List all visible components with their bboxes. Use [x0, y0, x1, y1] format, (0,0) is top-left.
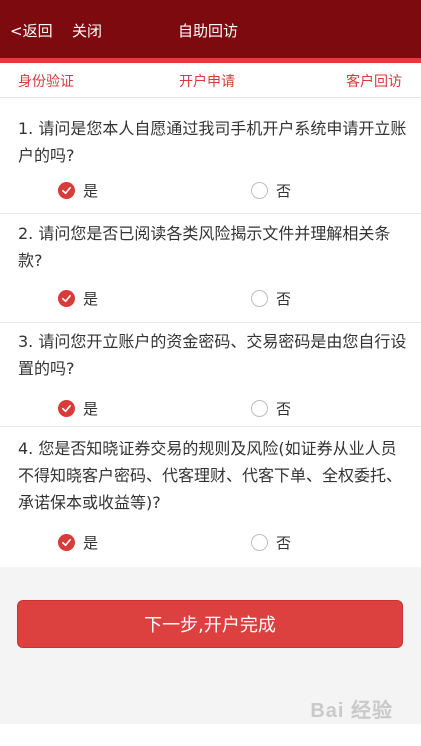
question-item: 3. 请问您开立账户的资金密码、交易密码是由您自行设置的吗? 是 否: [0, 323, 421, 427]
step-account-application: 开户申请: [179, 74, 235, 90]
answer-no-label: 否: [276, 181, 292, 200]
radio-checked-icon[interactable]: [58, 533, 75, 551]
top-nav-bar: <返回 关闭 自助回访: [0, 0, 421, 58]
close-button[interactable]: 关闭: [72, 20, 102, 41]
answer-yes-option[interactable]: 是: [58, 398, 98, 418]
answer-no-option[interactable]: 否: [251, 398, 291, 418]
question-text: 4. 您是否知晓证券交易的规则及风险(如证券从业人员不得知晓客户密码、代客理财、…: [18, 439, 403, 512]
answer-no-option[interactable]: 否: [251, 532, 291, 552]
answer-no-option[interactable]: 否: [251, 180, 291, 200]
question-item: 1. 请问是您本人自愿通过我司手机开户系统申请开立账户的吗? 是 否: [0, 99, 421, 214]
answer-yes-label: 是: [83, 533, 99, 552]
question-item: 2. 请问您是否已阅读各类风险揭示文件并理解相关条款? 是 否: [0, 214, 421, 323]
answer-no-label: 否: [276, 289, 292, 308]
answer-yes-label: 是: [83, 181, 99, 200]
question-text: 2. 请问您是否已阅读各类风险揭示文件并理解相关条款?: [18, 224, 391, 270]
answer-yes-label: 是: [83, 399, 99, 418]
page-title: 自助回访: [178, 22, 239, 40]
radio-unchecked-icon[interactable]: [251, 181, 268, 199]
answer-no-label: 否: [276, 533, 292, 552]
answer-yes-option[interactable]: 是: [58, 532, 98, 552]
step-identity-verification: 身份验证: [18, 74, 74, 90]
radio-unchecked-icon[interactable]: [251, 533, 268, 551]
back-button[interactable]: <返回: [10, 20, 53, 41]
question-text: 3. 请问您开立账户的资金密码、交易密码是由您自行设置的吗?: [18, 332, 407, 378]
watermark-text: Bai 经验: [310, 700, 393, 722]
radio-unchecked-icon[interactable]: [251, 289, 268, 307]
watermark-logo: Bai 经验: [310, 694, 393, 723]
question-text: 1. 请问是您本人自愿通过我司手机开户系统申请开立账户的吗?: [18, 119, 407, 165]
answer-no-option[interactable]: 否: [251, 288, 291, 308]
question-item: 4. 您是否知晓证券交易的规则及风险(如证券从业人员不得知晓客户密码、代客理财、…: [0, 427, 421, 567]
question-list: 1. 请问是您本人自愿通过我司手机开户系统申请开立账户的吗? 是 否 2. 请问…: [0, 99, 421, 567]
answer-yes-option[interactable]: 是: [58, 180, 98, 200]
step-customer-revisit: 客户回访: [346, 74, 402, 90]
next-step-complete-button[interactable]: 下一步,开户完成: [17, 600, 403, 648]
answer-no-label: 否: [276, 399, 292, 418]
answer-yes-option[interactable]: 是: [58, 288, 98, 308]
radio-checked-icon[interactable]: [58, 181, 75, 199]
bottom-strip: [0, 724, 421, 746]
radio-checked-icon[interactable]: [58, 399, 75, 417]
answer-yes-label: 是: [83, 289, 99, 308]
radio-checked-icon[interactable]: [58, 289, 75, 307]
radio-unchecked-icon[interactable]: [251, 399, 268, 417]
progress-steps: 身份验证 开户申请 客户回访: [0, 63, 421, 98]
